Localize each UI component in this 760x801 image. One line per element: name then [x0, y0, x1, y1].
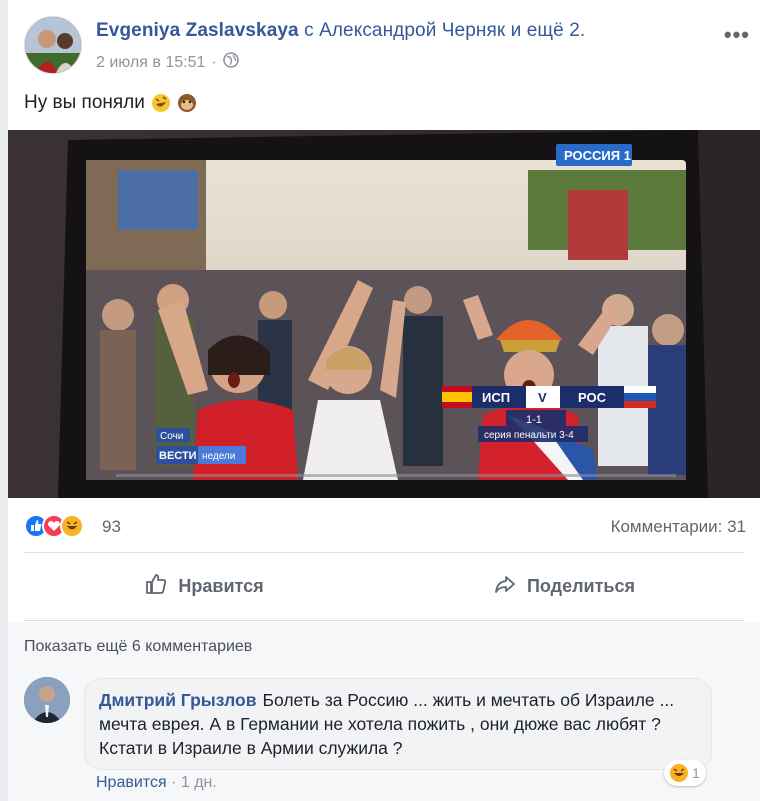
comment-bubble: Дмитрий Грызлов Болеть за Россию ... жить…	[84, 678, 712, 770]
post-header: Evgeniya Zaslavskaya с Александрой Черня…	[24, 14, 750, 74]
show-more-comments-link[interactable]: Показать ещё 6 комментариев	[24, 638, 252, 656]
svg-text:ВЕСТИ: ВЕСТИ	[159, 450, 197, 462]
more-options-icon[interactable]: •••	[724, 22, 750, 48]
svg-text:РОССИЯ 1: РОССИЯ 1	[564, 148, 631, 163]
comment-time[interactable]: 1 дн.	[181, 774, 217, 791]
comment-like-link[interactable]: Нравится	[96, 774, 167, 791]
reactions-summary: 93 Комментарии: 31	[24, 512, 746, 542]
post-author-line: Evgeniya Zaslavskaya с Александрой Черня…	[96, 20, 585, 42]
svg-text:серия пенальти 3-4: серия пенальти 3-4	[484, 430, 574, 441]
haha-icon	[670, 764, 688, 782]
svg-text:РОС: РОС	[578, 390, 607, 405]
reaction-icons[interactable]	[24, 514, 84, 538]
commenter-avatar[interactable]	[24, 677, 70, 723]
share-label: Поделиться	[526, 575, 636, 596]
svg-text:ИСП: ИСП	[482, 390, 510, 405]
author-avatar[interactable]	[24, 16, 82, 74]
comment-author[interactable]: Дмитрий Грызлов	[99, 690, 257, 710]
comment-reaction-count: 1	[692, 765, 700, 781]
share-arrow-icon	[493, 572, 517, 601]
haha-icon	[60, 514, 84, 538]
reaction-count[interactable]: 93	[102, 517, 121, 537]
share-button[interactable]: Поделиться	[384, 560, 744, 612]
globe-icon[interactable]	[222, 52, 239, 73]
thumbs-up-icon	[144, 572, 168, 601]
svg-text:Сочи: Сочи	[160, 431, 183, 442]
post-card: Evgeniya Zaslavskaya с Александрой Черня…	[8, 0, 760, 801]
svg-text:V: V	[538, 390, 547, 405]
comments-count[interactable]: Комментарии: 31	[611, 517, 746, 537]
post-actions: Нравится Поделиться	[24, 560, 744, 612]
rofl-emoji-icon	[151, 93, 171, 113]
dot-separator: ·	[211, 53, 217, 71]
post-meta: 2 июля в 15:51 ·	[96, 52, 239, 73]
post-photo[interactable]: РОССИЯ 1 ИСП V РОС 1-1 серия пенальти 3-…	[8, 130, 760, 498]
svg-text:1-1: 1-1	[526, 414, 542, 426]
divider	[24, 552, 744, 553]
post-text-content: Ну вы поняли	[24, 92, 145, 113]
post-text: Ну вы поняли	[24, 92, 197, 114]
comment-footer: Нравится · 1 дн.	[96, 774, 217, 792]
svg-text:недели: недели	[202, 451, 235, 462]
tv-logo: РОССИЯ 1	[556, 144, 632, 166]
divider	[24, 620, 744, 621]
comments-section: Показать ещё 6 комментариев Дмитрий Грыз…	[8, 622, 760, 801]
tagged-people[interactable]: с Александрой Черняк и ещё 2.	[304, 20, 585, 41]
post-date[interactable]: 2 июля в 15:51	[96, 54, 205, 72]
like-button[interactable]: Нравится	[24, 560, 384, 612]
post-author-name[interactable]: Evgeniya Zaslavskaya	[96, 20, 299, 41]
like-label: Нравится	[178, 575, 264, 596]
dot-separator: ·	[171, 774, 181, 791]
monkey-emoji-icon	[177, 93, 197, 113]
comment-reaction[interactable]: 1	[664, 760, 706, 786]
